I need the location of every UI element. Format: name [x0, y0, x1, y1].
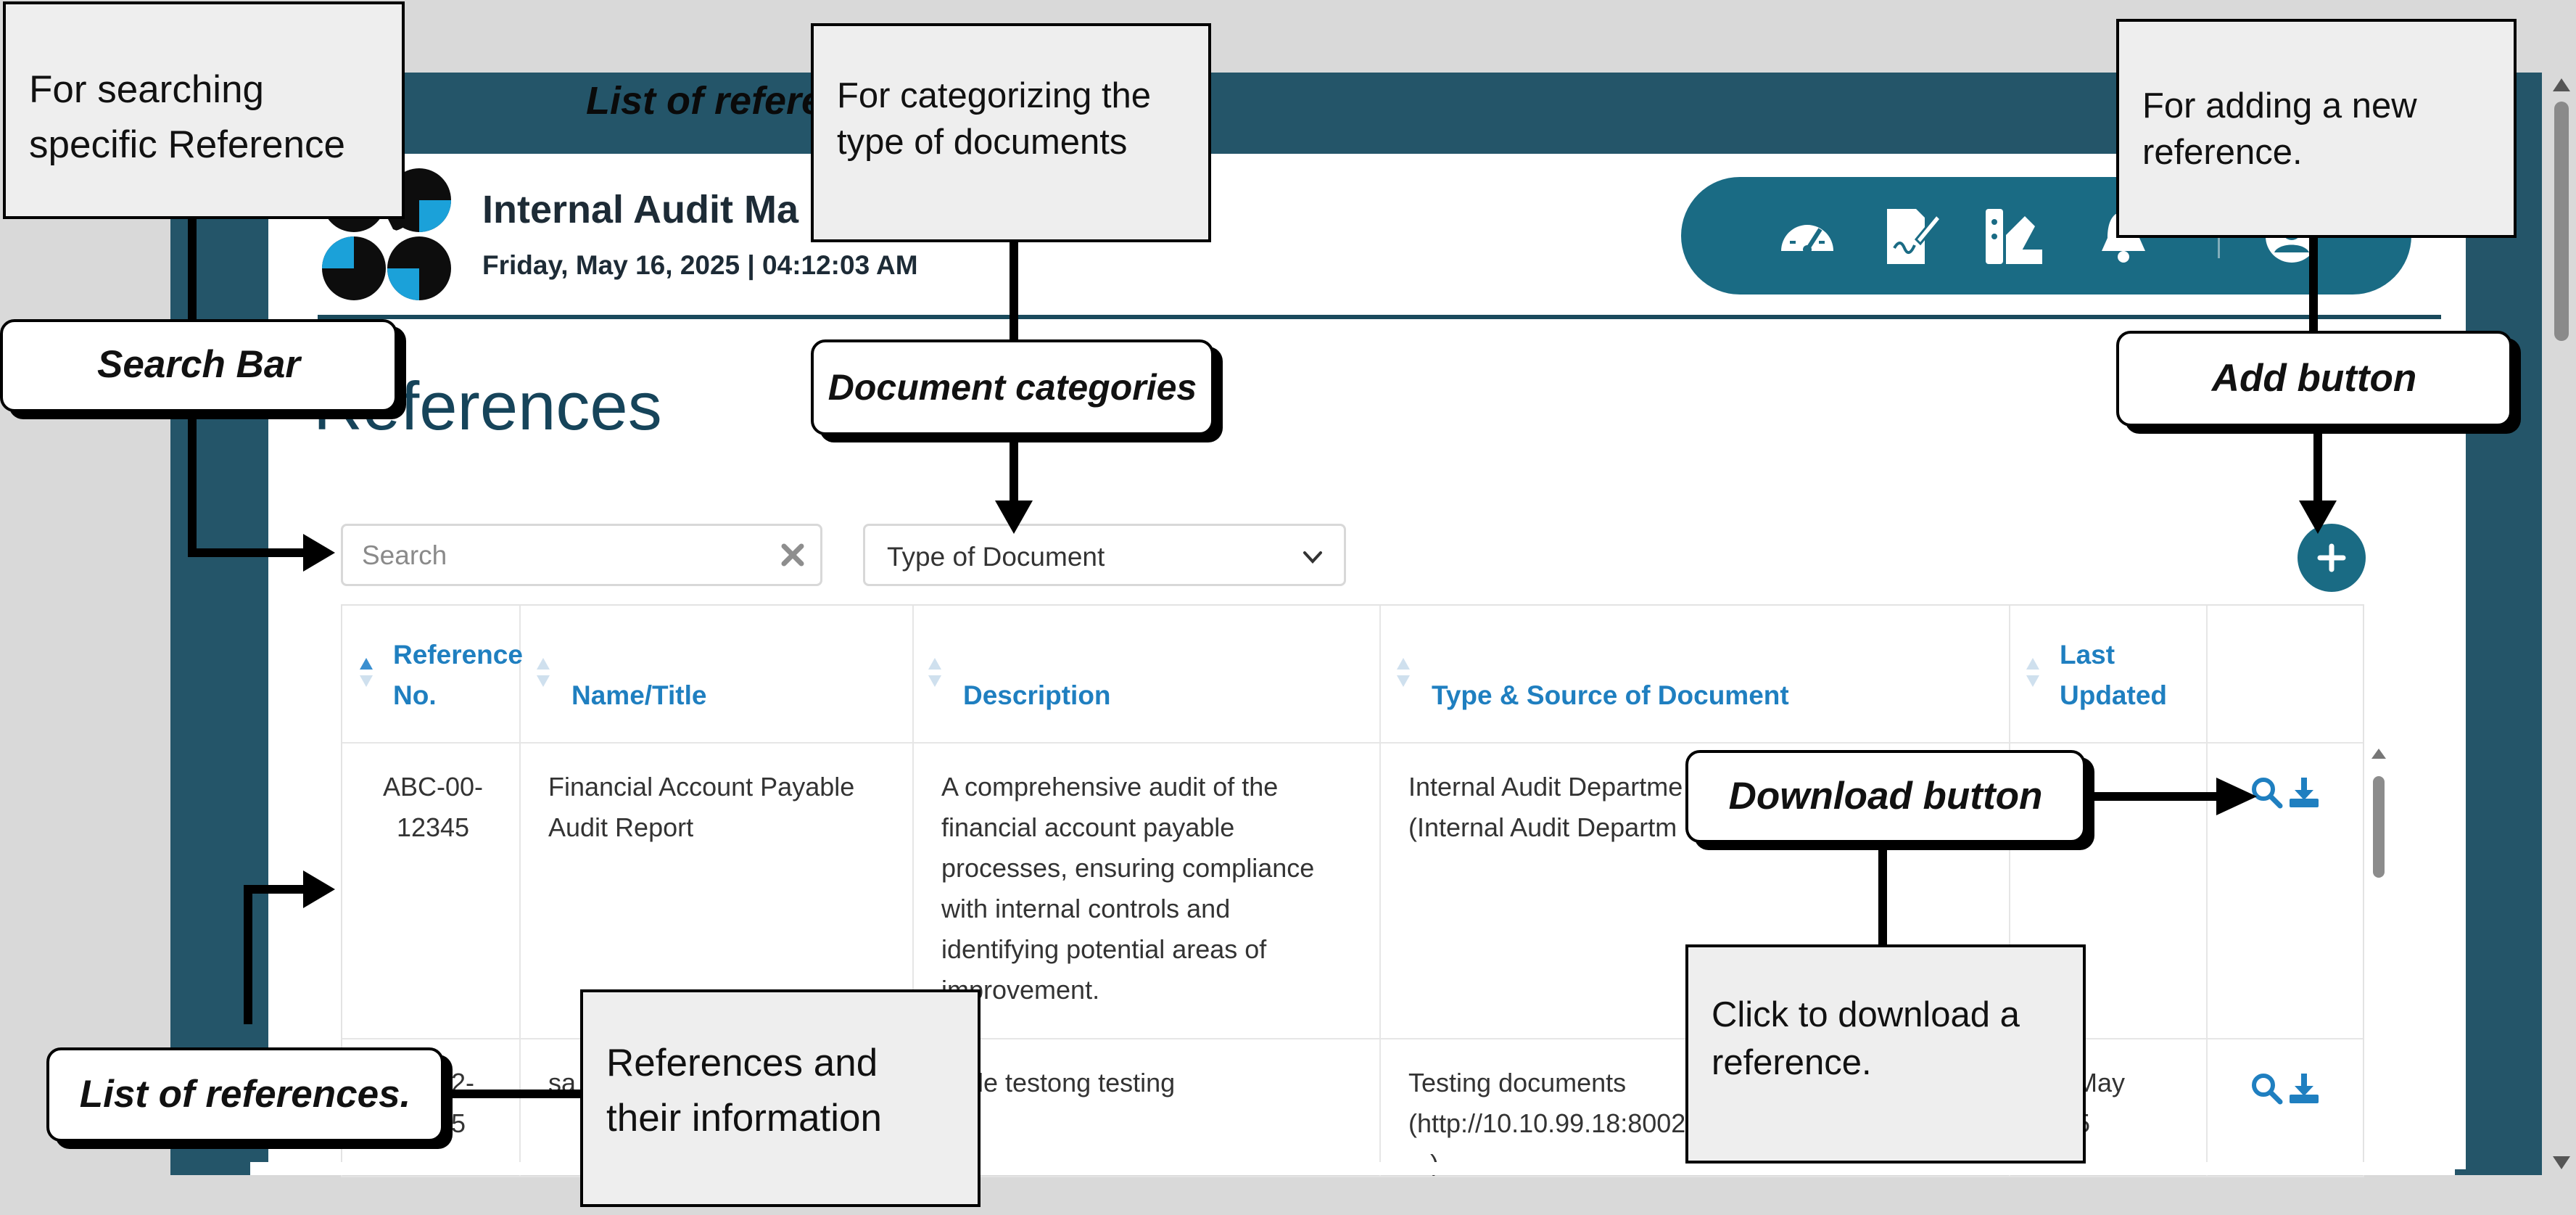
note-text: reference. [2142, 133, 2303, 172]
add-button-callout: Add button [2116, 331, 2512, 427]
note-text: For categorizing the [837, 76, 1152, 115]
search-bar-callout: Search Bar [0, 319, 397, 412]
references-info-note: References and their information [580, 989, 981, 1207]
callout-text: Search Bar [97, 343, 300, 386]
note-text: their information [606, 1097, 883, 1140]
search-note: For searching specific Reference [3, 1, 405, 219]
note-text: References and [606, 1042, 878, 1084]
callout-text: Add button [2211, 357, 2417, 400]
note-text: Click to download a [1712, 995, 2020, 1034]
download-button-callout: Download button [1685, 750, 2086, 843]
callout-text: Download button [1728, 775, 2043, 817]
note-text: reference. [1712, 1043, 1872, 1082]
download-note: Click to download a reference. [1685, 944, 2086, 1163]
note-text: For searching [29, 68, 265, 111]
document-categories-callout: Document categories [811, 339, 1214, 435]
note-text: specific Reference [29, 123, 345, 166]
categories-note: For categorizing the type of documents [811, 23, 1211, 242]
add-note: For adding a new reference. [2116, 19, 2517, 238]
callout-text: Document categories [827, 367, 1197, 408]
note-text: type of documents [837, 123, 1128, 162]
note-text: For adding a new [2142, 86, 2417, 125]
callout-text: List of references. [79, 1073, 411, 1116]
list-of-references-callout: List of references. [46, 1047, 444, 1142]
